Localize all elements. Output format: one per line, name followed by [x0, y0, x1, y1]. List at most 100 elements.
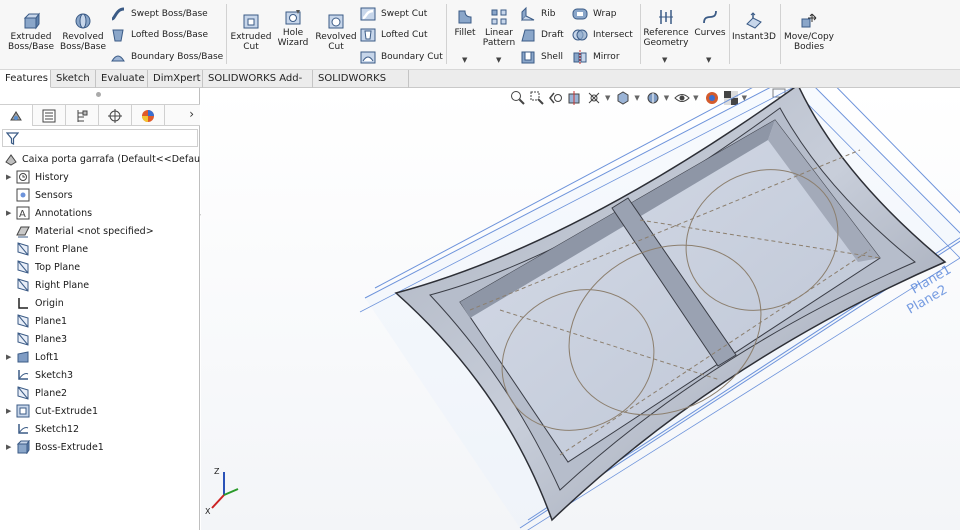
svg-text:A: A — [19, 209, 26, 220]
tree-item-origin[interactable]: Origin — [0, 294, 198, 312]
tree-item-label: Loft1 — [35, 351, 59, 363]
linear-pattern-dropdown-icon[interactable]: ▼ — [496, 56, 501, 64]
linear-pattern-icon — [491, 9, 507, 25]
revolved-cut-button[interactable]: Revolved Cut — [314, 12, 358, 52]
mirror-button[interactable]: Mirror — [572, 49, 620, 65]
boundary-boss-button[interactable]: Boundary Boss/Base — [110, 49, 223, 65]
curves-dropdown-icon[interactable]: ▼ — [706, 56, 711, 64]
part-icon — [5, 154, 17, 166]
tree-item-loft1[interactable]: ▶ Loft1 — [0, 348, 198, 366]
filter-icon — [6, 132, 19, 145]
dimxpert-manager-tab[interactable] — [99, 105, 132, 126]
triad-z-label: Z — [214, 467, 220, 476]
wrap-button[interactable]: Wrap — [572, 6, 616, 22]
plane-icon — [17, 332, 29, 346]
display-manager-tab[interactable] — [132, 105, 165, 126]
revolved-boss-button[interactable]: Revolved Boss/Base — [58, 12, 108, 52]
swept-boss-button[interactable]: Swept Boss/Base — [110, 6, 208, 22]
fillet-label: Fillet — [454, 28, 476, 38]
dimxpert-manager-icon — [108, 108, 122, 123]
extruded-cut-label: Extruded Cut — [230, 32, 272, 52]
tab-dimxpert[interactable]: DimXpert — [148, 70, 203, 88]
tree-item-material-not-specified[interactable]: Material <not specified> — [0, 222, 198, 240]
tree-item-plane2[interactable]: Plane2 — [0, 384, 198, 402]
expand-arrow-icon[interactable]: ▶ — [6, 443, 14, 451]
fillet-dropdown-icon[interactable]: ▼ — [462, 56, 467, 64]
revolved-boss-label: Revolved Boss/Base — [59, 32, 106, 52]
tree-item-sketch12[interactable]: Sketch12 — [0, 420, 198, 438]
chevron-right-icon[interactable]: › — [189, 107, 194, 121]
tree-item-annotations[interactable]: ▶ A Annotations — [0, 204, 198, 222]
boundary-cut-label: Boundary Cut — [381, 52, 443, 62]
tree-item-history[interactable]: ▶ History — [0, 168, 198, 186]
hole-wizard-button[interactable]: Hole Wizard — [273, 8, 313, 48]
lofted-cut-button[interactable]: Lofted Cut — [360, 27, 428, 43]
3d-model-view[interactable]: Plane1 Plane2 Z X — [201, 88, 960, 530]
instant3d-button[interactable]: Instant3D — [731, 12, 777, 42]
tree-item-label: History — [35, 171, 69, 183]
extruded-boss-button[interactable]: Extruded Boss/Base — [6, 12, 56, 52]
tab-evaluate[interactable]: Evaluate — [96, 70, 148, 88]
tree-item-boss-extrude1[interactable]: ▶ Boss-Extrude1 — [0, 438, 198, 456]
triad-x-label: X — [205, 507, 211, 516]
property-manager-icon — [42, 109, 56, 122]
rib-button[interactable]: Rib — [520, 6, 555, 22]
tree-item-sensors[interactable]: Sensors — [0, 186, 198, 204]
curves-button[interactable]: Curves — [692, 8, 728, 38]
tree-item-top-plane[interactable]: Top Plane — [0, 258, 198, 276]
tree-item-plane3[interactable]: Plane3 — [0, 330, 198, 348]
linear-pattern-label: Linear Pattern — [482, 28, 516, 48]
ribbon-separator — [729, 4, 730, 64]
revolved-cut-label: Revolved Cut — [315, 32, 357, 52]
expand-arrow-icon[interactable]: ▶ — [6, 173, 14, 181]
reference-geometry-icon — [659, 10, 673, 24]
configuration-manager-tab[interactable] — [66, 105, 99, 126]
tree-item-cut-extrude1[interactable]: ▶ Cut-Extrude1 — [0, 402, 198, 420]
plane-icon — [17, 242, 29, 256]
feature-filter-bar[interactable] — [2, 129, 198, 147]
boundary-boss-icon — [111, 55, 125, 62]
expand-arrow-icon[interactable]: ▶ — [6, 209, 14, 217]
instant3d-icon — [746, 12, 762, 29]
boss-extrude-icon — [16, 440, 30, 454]
extruded-cut-button[interactable]: Extruded Cut — [229, 12, 273, 52]
tree-item-label: Annotations — [35, 207, 93, 219]
expand-arrow-icon[interactable]: ▶ — [6, 407, 14, 415]
move-copy-bodies-button[interactable]: Move/Copy Bodies — [783, 12, 835, 52]
feature-manager-tab[interactable] — [0, 105, 33, 126]
ribbon-separator — [446, 4, 447, 64]
tab-sketch[interactable]: Sketch — [51, 70, 96, 88]
display-manager-icon — [142, 109, 154, 122]
tab-features[interactable]: Features — [0, 70, 51, 88]
tree-item-sketch3[interactable]: Sketch3 — [0, 366, 198, 384]
tab-solidworks-add-ins[interactable]: SOLIDWORKS Add-Ins — [203, 70, 313, 101]
swept-cut-button[interactable]: Swept Cut — [360, 6, 427, 22]
boundary-cut-button[interactable]: Boundary Cut — [360, 49, 443, 65]
cut-extrude-icon — [16, 404, 30, 418]
graphics-viewport[interactable]: ▼ ▼ ▼ ▼ ▼ Plane1 Plane2 Z X — [201, 88, 960, 530]
fillet-button[interactable]: Fillet — [450, 8, 480, 38]
tree-item-label: Plane1 — [35, 315, 68, 327]
linear-pattern-button[interactable]: Linear Pattern — [481, 8, 517, 48]
plane-icon — [17, 260, 29, 274]
tree-item-label: Sketch3 — [35, 369, 74, 381]
panel-grip[interactable] — [96, 92, 101, 97]
tree-item-label: Sketch12 — [35, 423, 80, 435]
tab-solidworks-mbd[interactable]: SOLIDWORKS MBD — [313, 70, 409, 101]
tree-item-plane1[interactable]: Plane1 — [0, 312, 198, 330]
expand-arrow-icon[interactable]: ▶ — [6, 353, 14, 361]
command-manager-ribbon: Extruded Boss/Base Revolved Boss/Base Sw… — [0, 0, 960, 70]
draft-button[interactable]: Draft — [520, 27, 564, 43]
lofted-boss-button[interactable]: Lofted Boss/Base — [110, 27, 208, 43]
property-manager-tab[interactable] — [33, 105, 66, 126]
reference-geometry-button[interactable]: Reference Geometry — [642, 8, 690, 48]
annotations-icon: A — [16, 206, 30, 220]
lofted-cut-label: Lofted Cut — [381, 30, 428, 40]
shell-button[interactable]: Shell — [520, 49, 563, 65]
part-root-node[interactable]: Caixa porta garrafa (Default<<Default>_ — [4, 151, 200, 167]
tree-item-label: Top Plane — [35, 261, 81, 273]
intersect-button[interactable]: Intersect — [572, 27, 633, 43]
reference-geometry-dropdown-icon[interactable]: ▼ — [662, 56, 667, 64]
tree-item-right-plane[interactable]: Right Plane — [0, 276, 198, 294]
tree-item-front-plane[interactable]: Front Plane — [0, 240, 198, 258]
